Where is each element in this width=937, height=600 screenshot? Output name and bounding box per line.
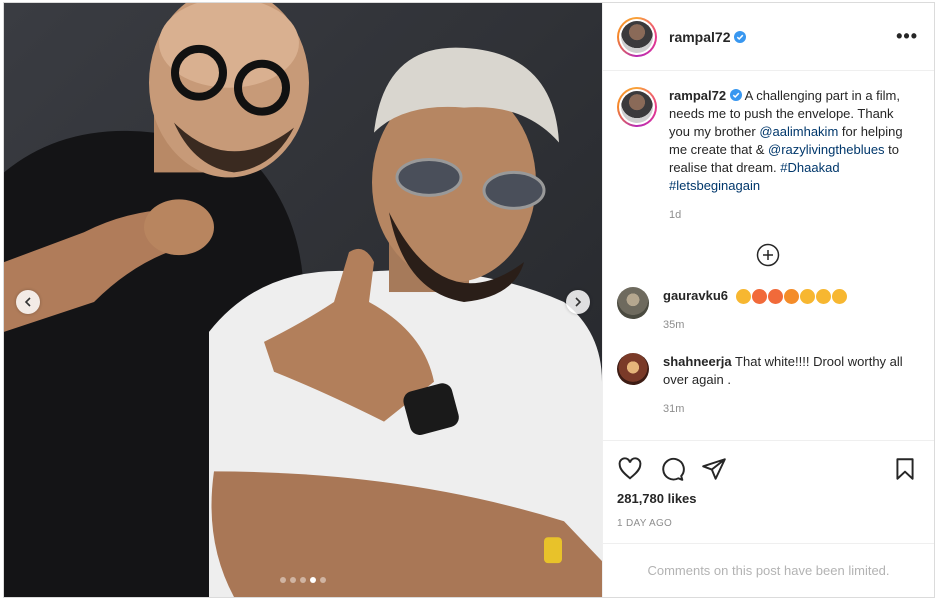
carousel-dot [320,577,326,583]
comment-item: shahneerja That white!!!! Drool worthy a… [617,353,918,415]
author-username-text[interactable]: rampal72 [669,29,730,45]
raised-hands-emoji-icon [831,289,847,305]
commenter-avatar[interactable] [617,353,649,385]
verified-badge-icon [729,89,742,101]
next-photo-button[interactable] [566,290,590,314]
heart-eyes-emoji-icon [767,289,783,305]
commenter-username[interactable]: shahneerja [663,354,732,369]
action-icon-row [617,451,918,487]
comment-time[interactable]: 31m [663,403,918,415]
comment-time[interactable]: 35m [663,319,847,331]
comment-emojis [735,289,847,305]
carousel-dot-active [310,577,316,583]
comment-body: gauravku6 [663,287,847,305]
author-avatar[interactable] [617,16,657,57]
surprised-emoji-icon [735,289,751,305]
commenter-avatar[interactable] [617,287,649,319]
hashtag-link[interactable]: #letsbeginagain [669,178,760,193]
caption-text: rampal72 A challenging part in a film, n… [669,87,918,195]
caption-avatar[interactable] [617,87,657,127]
carousel-dots [4,577,602,583]
comments-limited-notice: Comments on this post have been limited. [603,543,934,597]
likes-count[interactable]: 281,780 likes [617,491,918,506]
post-side-panel: rampal72 ••• rampal72 A challenging part… [602,3,934,597]
author-username[interactable]: rampal72 [669,29,896,45]
carousel-dot [290,577,296,583]
plus-circle-icon [756,243,779,267]
fire-emoji-icon [783,289,799,305]
post-date[interactable]: 1 DAY AGO [617,518,918,529]
caption-username[interactable]: rampal72 [669,88,726,103]
commenter-username[interactable]: gauravku6 [663,288,728,303]
comment-item: gauravku6 35m [617,287,918,331]
raised-hands-emoji-icon [799,289,815,305]
raised-hands-emoji-icon [815,289,831,305]
post-dialog: rampal72 ••• rampal72 A challenging part… [3,2,935,598]
carousel-dot [300,577,306,583]
mention-link[interactable]: @razylivingtheblues [768,142,885,157]
heart-eyes-emoji-icon [751,289,767,305]
carousel-dot [280,577,286,583]
post-media[interactable] [4,3,602,597]
comments-list: rampal72 A challenging part in a film, n… [603,71,934,440]
comment-body: shahneerja That white!!!! Drool worthy a… [663,353,918,389]
mention-link[interactable]: @aalimhakim [759,124,838,139]
save-bookmark-icon[interactable] [892,456,918,482]
verified-badge-icon [734,30,747,43]
previous-photo-button[interactable] [16,290,40,314]
chevron-right-icon [575,297,582,307]
like-heart-icon[interactable] [617,456,643,482]
post-header: rampal72 ••• [603,3,934,71]
post-caption: rampal72 A challenging part in a film, n… [617,87,918,221]
comment-bubble-icon[interactable] [659,456,685,482]
caption-time[interactable]: 1d [669,209,918,221]
share-send-icon[interactable] [701,456,727,482]
post-photo [4,3,602,597]
hashtag-link[interactable]: #Dhaakad [780,160,839,175]
post-actions: 281,780 likes 1 DAY AGO [603,440,934,529]
more-options-button[interactable]: ••• [896,26,918,47]
chevron-left-icon [24,297,31,307]
load-more-comments[interactable] [617,243,918,267]
